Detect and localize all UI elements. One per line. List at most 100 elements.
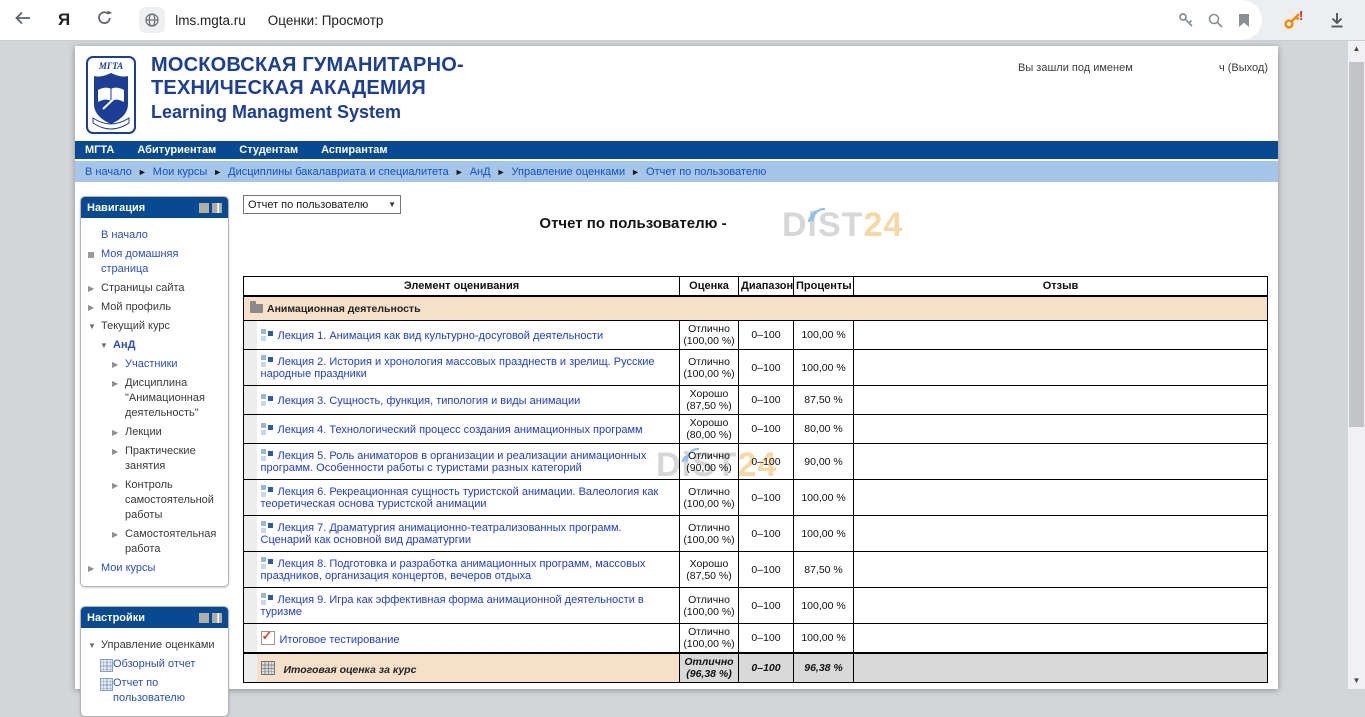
logout-link[interactable]: ч (Выход) [1219,62,1268,74]
university-logo: МГТА [86,56,136,134]
key-icon[interactable] [1178,12,1195,29]
percent-cell: 96,38 % [794,653,854,683]
sidebar-item-label[interactable]: АнД [113,339,135,351]
scrollbar-thumb[interactable] [1349,62,1364,427]
expand-icon[interactable] [112,527,118,542]
table-row: Лекция 5. Роль аниматоров в организации … [244,444,1268,480]
sidebar-item-label[interactable]: Текущий курс [101,320,170,332]
topnav-item-Студентам[interactable]: Студентам [239,144,298,156]
sidebar-item-label[interactable]: Страницы сайта [101,282,185,294]
breadcrumb-link[interactable]: АнД [470,166,491,178]
expand-icon[interactable] [112,444,118,459]
grade-item-link[interactable]: Лекция 8. Подготовка и разработка анимац… [261,558,646,582]
topnav-item-Аспирантам[interactable]: Аспирантам [321,144,387,156]
grade-item-link[interactable]: Лекция 4. Технологический процесс создан… [278,424,643,436]
feedback-cell [854,480,1268,516]
scroll-down-icon[interactable]: ▼ [1348,676,1365,685]
download-icon[interactable] [1328,11,1346,34]
lesson-icon [261,485,273,497]
topnav-item-МГТА[interactable]: МГТА [85,144,114,156]
yandex-icon[interactable]: Я [58,10,70,30]
sidebar-item-label[interactable]: Обзорный отчет [113,658,195,670]
percent-cell: 90,00 % [794,444,854,480]
grade-percent: (90,00 %) [682,462,736,474]
item-cell: Лекция 2. История и хронология массовых … [257,350,680,386]
percent-cell: 100,00 % [794,350,854,386]
sidebar-item-label[interactable]: Моя домашняя страница [101,248,178,275]
sidebar-item-label[interactable]: Самостоятельная работа [125,528,216,555]
breadcrumb-link[interactable]: Дисциплины бакалавриата и специалитета [228,166,449,178]
collapse-block-icon[interactable] [199,203,209,213]
expand-icon[interactable] [112,376,118,391]
back-icon[interactable] [14,10,32,31]
url-text[interactable]: lms.mgta.ru [175,13,246,28]
reload-icon[interactable] [96,9,113,31]
report-type-select[interactable]: Отчет по пользователю ▼ [243,195,401,214]
login-info: Вы зашли под именем ч (Выход) [1018,62,1268,74]
expand-icon[interactable] [112,357,118,372]
grade-word: Отлично [682,522,736,534]
sidebar-item-label[interactable]: В начало [101,229,148,241]
grade-item-link[interactable]: Лекция 7. Драматургия анимационно-театра… [261,522,622,546]
grade-item-link[interactable]: Лекция 6. Рекреационная сущность туристс… [261,486,659,510]
bookmark-icon[interactable] [1236,12,1252,29]
breadcrumb-link[interactable]: Отчет по пользователю [646,166,766,178]
breadcrumb-link[interactable]: Мои курсы [153,166,207,178]
collapse-icon[interactable] [88,638,96,653]
sidebar-item-label[interactable]: Отчет по пользователю [113,677,185,704]
sidebar-item-label[interactable]: Лекции [125,426,162,438]
item-cell: Лекция 5. Роль аниматоров в организации … [257,444,680,480]
table-row: Лекция 8. Подготовка и разработка анимац… [244,552,1268,588]
collapse-icon[interactable] [88,319,96,334]
lesson-icon [261,593,273,605]
grade-item-link[interactable]: Лекция 2. История и хронология массовых … [261,356,655,380]
sidebar-item-label[interactable]: Контроль самостоятельной работы [125,479,214,521]
scroll-up-icon[interactable]: ▲ [1348,44,1365,53]
report-grid-icon [100,678,113,691]
expand-icon[interactable] [112,478,118,493]
search-page-icon[interactable] [1207,12,1224,29]
sidebar-item-label[interactable]: Управление оценками [101,639,215,651]
feedback-cell [854,386,1268,415]
percent-cell: 100,00 % [794,588,854,624]
grade-item-link[interactable]: Лекция 5. Роль аниматоров в организации … [261,450,647,474]
lesson-icon [261,521,273,533]
password-alert-icon[interactable]: ! [1283,10,1303,35]
grade-item-link[interactable]: Лекция 1. Анимация как вид культурно-дос… [278,330,604,342]
sidebar-item: Дисциплина "Анимационная деятельность" [86,374,225,423]
quiz-icon [261,631,275,645]
page-scrollbar[interactable]: ▲ ▼ [1348,40,1365,689]
indent-cell [244,444,257,480]
category-cell: Анимационная деятельность [244,296,1268,321]
topnav-item-Абитуриентам[interactable]: Абитуриентам [137,144,216,156]
breadcrumb-link[interactable]: Управление оценками [512,166,626,178]
expand-icon[interactable] [112,425,118,440]
sidebar-item-label[interactable]: Мой профиль [101,301,171,313]
breadcrumb-link[interactable]: В начало [85,166,132,178]
expand-icon[interactable] [88,561,94,576]
dock-block-icon[interactable] [212,203,222,213]
address-bar[interactable]: Я lms.mgta.ru Оценки: Просмотр [0,0,1262,40]
bullet-icon [88,252,94,258]
grade-item-link[interactable]: Итоговое тестирование [280,634,400,646]
feedback-cell [854,350,1268,386]
grade-percent: (100,00 %) [682,368,736,380]
item-cell: Лекция 9. Игра как эффективная форма ани… [257,588,680,624]
collapse-icon[interactable] [100,338,108,353]
expand-icon[interactable] [88,281,94,296]
grade-cell: Отлично(100,00 %) [680,350,739,386]
grade-item-link[interactable]: Лекция 9. Игра как эффективная форма ани… [261,594,644,618]
grade-item-link[interactable]: Лекция 3. Сущность, функция, типология и… [278,395,581,407]
dock-block-icon[interactable] [212,613,222,623]
expand-icon[interactable] [88,300,94,315]
sidebar-item-label[interactable]: Мои курсы [101,562,155,574]
lesson-icon [261,423,273,435]
column-header: Оценка [680,277,739,297]
sidebar-item-label[interactable]: Участники [125,358,178,370]
sidebar-item-label[interactable]: Дисциплина "Анимационная деятельность" [125,377,205,419]
site-info-chip[interactable] [139,7,165,33]
report-grid-icon [100,659,113,672]
collapse-block-icon[interactable] [199,613,209,623]
top-navigation: МГТА Абитуриентам Студентам Аспирантам [75,141,1278,159]
sidebar-item-label[interactable]: Практические занятия [125,445,196,472]
